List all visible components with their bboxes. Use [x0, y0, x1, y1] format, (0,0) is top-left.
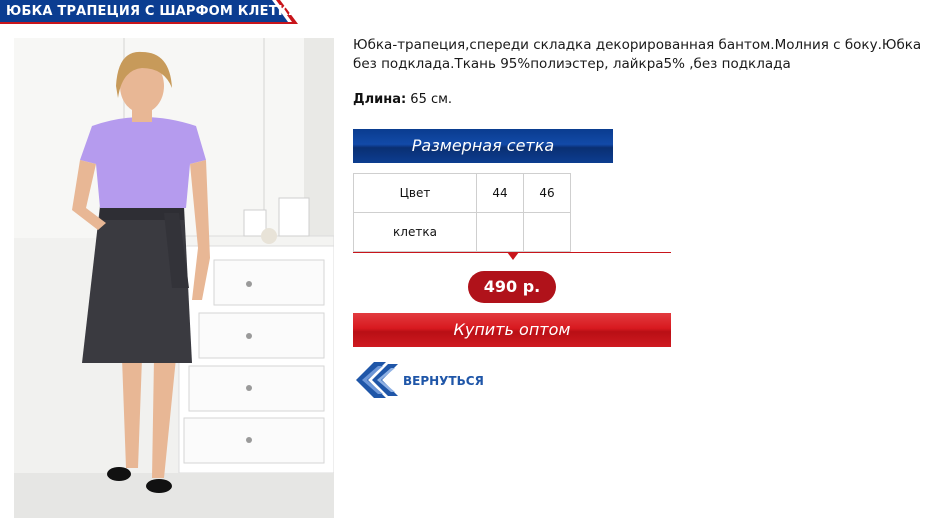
- buy-wholesale-button[interactable]: Купить оптом: [353, 313, 671, 347]
- back-link-label: ВЕРНУТЬСЯ: [403, 374, 484, 388]
- table-header-size-46: 46: [523, 173, 571, 213]
- quantity-input-46[interactable]: [523, 212, 571, 252]
- table-header-size-44: 44: [476, 173, 524, 213]
- price-badge: 490 р.: [468, 271, 556, 303]
- table-row: клетка: [353, 212, 571, 252]
- quantity-input-44[interactable]: [476, 212, 524, 252]
- table-cell-color: клетка: [353, 212, 477, 252]
- product-description: Юбка-трапеция,спереди складка декорирова…: [353, 37, 922, 72]
- table-header-color: Цвет: [353, 173, 477, 213]
- page-title: ЮБКА ТРАПЕЦИЯ С ШАРФОМ КЛЕТКА: [6, 4, 299, 19]
- product-photo: [14, 38, 334, 518]
- size-table: Цвет 44 46 клетка: [353, 173, 571, 252]
- product-length: Длина: 65 см.: [353, 92, 452, 107]
- table-row: Цвет 44 46: [353, 173, 571, 213]
- length-value: 65 см.: [406, 92, 453, 107]
- page-title-banner: ЮБКА ТРАПЕЦИЯ С ШАРФОМ КЛЕТКА: [0, 0, 300, 24]
- price-pointer-icon: [507, 252, 519, 260]
- woman-in-skirt-photo: [14, 38, 334, 518]
- size-grid-button[interactable]: Размерная сетка: [353, 129, 613, 163]
- length-label: Длина:: [353, 92, 407, 107]
- double-chevron-left-icon: [356, 362, 398, 398]
